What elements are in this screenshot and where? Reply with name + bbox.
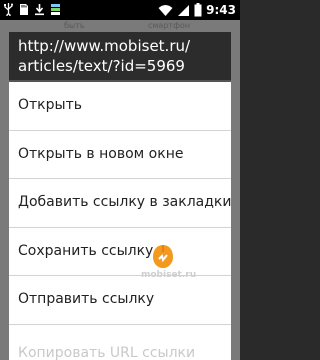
- status-time: 9:43: [206, 3, 236, 17]
- wifi-icon: [158, 4, 173, 16]
- dialog-title: http://www.mobiset.ru/ articles/text/?id…: [9, 32, 231, 82]
- status-bar: 9:43: [0, 0, 240, 20]
- watermark: mobiset.ru: [140, 242, 210, 282]
- background-text: быть: [64, 21, 85, 30]
- menu-item-share-link[interactable]: Отправить ссылку: [9, 276, 231, 325]
- download-icon: [35, 4, 44, 16]
- menu-item-open-new-window[interactable]: Открыть в новом окне: [9, 131, 231, 179]
- status-icons-right: 9:43: [158, 2, 236, 18]
- menu-item-copy-link-url[interactable]: Копировать URL ссылки: [9, 325, 231, 360]
- background-text: смартфон: [148, 21, 191, 30]
- storage-icon: [51, 4, 60, 15]
- mobiset-logo-icon: [153, 245, 173, 268]
- menu-item-bookmark-link[interactable]: Добавить ссылку в закладки: [9, 179, 231, 228]
- link-context-menu: http://www.mobiset.ru/ articles/text/?id…: [9, 32, 231, 360]
- watermark-text: mobiset.ru: [141, 270, 197, 280]
- menu-list: Открыть Открыть в новом окне Добавить сс…: [9, 82, 231, 360]
- usb-icon: [4, 3, 13, 16]
- menu-item-open[interactable]: Открыть: [9, 82, 231, 131]
- sd-card-icon: [20, 4, 28, 15]
- signal-icon: [178, 4, 190, 16]
- link-url: http://www.mobiset.ru/ articles/text/?id…: [18, 37, 191, 75]
- status-icons-left: [3, 3, 61, 16]
- battery-icon: [194, 3, 202, 17]
